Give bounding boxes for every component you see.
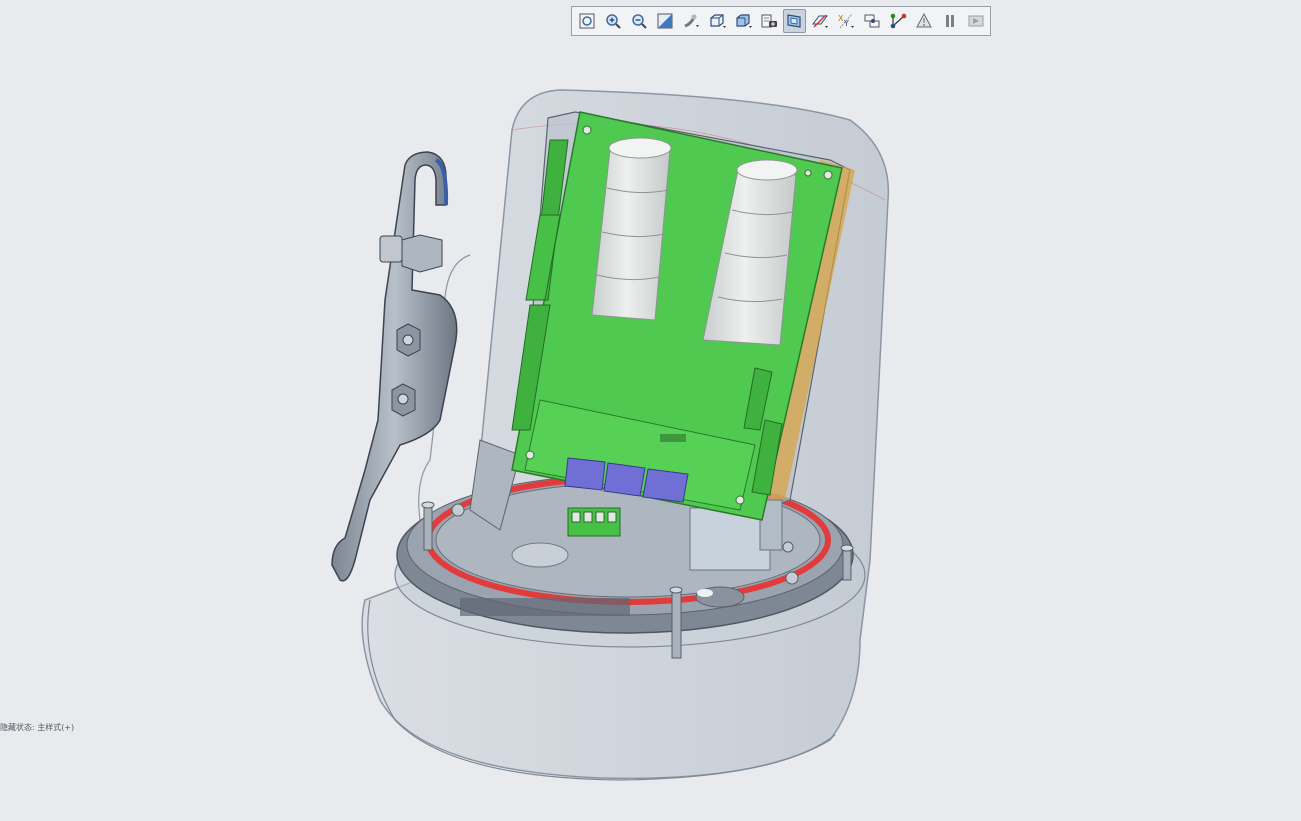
csys-display-button[interactable] [886, 9, 910, 33]
view-manager-button[interactable] [757, 9, 781, 33]
view-manager-icon [761, 14, 777, 28]
reorient-icon [684, 14, 699, 28]
svg-text:Y: Y [843, 19, 849, 28]
annotation-display-button[interactable]: XY [834, 9, 858, 33]
point-display-icon [916, 12, 932, 28]
spin-center-icon [864, 14, 880, 28]
zoom-in-button[interactable] [601, 9, 625, 33]
datum-display-icon [812, 14, 829, 28]
csys-display-icon [890, 13, 907, 29]
zoom-in-icon [606, 14, 621, 29]
spin-center-button[interactable] [860, 9, 884, 33]
point-display-button[interactable] [912, 9, 936, 33]
saved-orientations-button[interactable] [705, 9, 729, 33]
display-style-icon [735, 14, 752, 28]
pause-button[interactable] [938, 9, 962, 33]
pause-icon [946, 15, 955, 27]
display-style-button[interactable] [731, 9, 755, 33]
status-text: 隐藏状态: 主样式(+) [0, 723, 75, 732]
repaint-button[interactable] [653, 9, 677, 33]
next-view-button[interactable] [964, 9, 988, 33]
reorient-button[interactable] [679, 9, 703, 33]
saved-orientations-icon [710, 14, 726, 28]
zoom-out-button[interactable] [627, 9, 651, 33]
next-view-icon [968, 15, 984, 27]
graphics-toolbar: XY [571, 6, 991, 36]
model-viewport[interactable] [0, 40, 1301, 821]
repaint-icon [657, 13, 673, 29]
annotation-display-icon: XY [838, 13, 855, 29]
datum-display-button[interactable] [808, 9, 832, 33]
perspective-view-icon [787, 14, 802, 28]
perspective-view-button[interactable] [782, 9, 807, 33]
refit-icon [579, 13, 595, 29]
pcb-pin-header [660, 434, 686, 442]
refit-button[interactable] [575, 9, 599, 33]
zoom-out-icon [632, 14, 647, 29]
green-connector [567, 507, 621, 537]
